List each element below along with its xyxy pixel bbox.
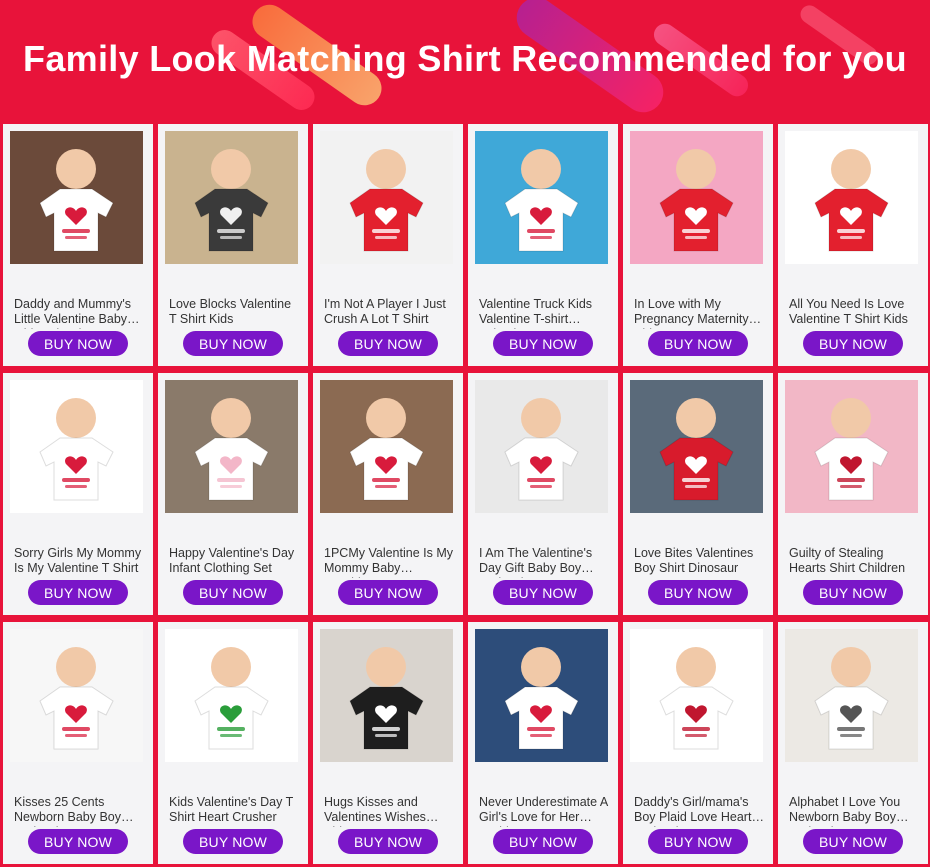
buy-now-button[interactable]: BUY NOW [803, 829, 903, 854]
product-image[interactable] [320, 131, 453, 264]
buy-now-button[interactable]: BUY NOW [648, 829, 748, 854]
product-image[interactable] [475, 131, 608, 264]
product-image[interactable] [10, 131, 143, 264]
product-image[interactable] [10, 380, 143, 513]
buy-now-button[interactable]: BUY NOW [338, 829, 438, 854]
buy-now-button[interactable]: BUY NOW [338, 580, 438, 605]
product-image[interactable] [475, 380, 608, 513]
product-card[interactable]: Kisses 25 Cents Newborn Baby Boy Bodysui… [3, 622, 153, 864]
product-card[interactable]: Never Underestimate A Girl's Love for He… [468, 622, 618, 864]
product-title[interactable]: Happy Valentine's Day Infant Clothing Se… [169, 546, 299, 578]
buy-now-button[interactable]: BUY NOW [648, 580, 748, 605]
product-title[interactable]: Never Underestimate A Girl's Love for He… [479, 795, 609, 827]
product-card[interactable]: Guilty of Stealing Hearts Shirt Children… [778, 373, 928, 615]
product-title[interactable]: Love Bites Valentines Boy Shirt Dinosaur [634, 546, 764, 578]
product-card[interactable]: In Love with My Pregnancy Maternity Shir… [623, 124, 773, 366]
product-image[interactable] [630, 629, 763, 762]
product-card[interactable]: Love Bites Valentines Boy Shirt Dinosaur… [623, 373, 773, 615]
product-card[interactable]: Kids Valentine's Day T Shirt Heart Crush… [158, 622, 308, 864]
product-title[interactable]: Daddy and Mummy's Little Valentine Baby … [14, 297, 144, 329]
product-title[interactable]: Kisses 25 Cents Newborn Baby Boy Bodysui… [14, 795, 144, 827]
product-image[interactable] [785, 380, 918, 513]
product-card[interactable]: Love Blocks Valentine T Shirt Kids BUY NO… [158, 124, 308, 366]
banner-title: Family Look Matching Shirt Recommended f… [23, 38, 907, 79]
buy-now-button[interactable]: BUY NOW [28, 580, 128, 605]
product-card[interactable]: Valentine Truck Kids Valentine T-shirt V… [468, 124, 618, 366]
buy-now-button[interactable]: BUY NOW [493, 580, 593, 605]
product-image[interactable] [165, 629, 298, 762]
product-image[interactable] [320, 380, 453, 513]
product-card[interactable]: Hugs Kisses and Valentines Wishes ShirtB… [313, 622, 463, 864]
product-card[interactable]: Happy Valentine's Day Infant Clothing Se… [158, 373, 308, 615]
buy-now-button[interactable]: BUY NOW [493, 331, 593, 356]
buy-now-button[interactable]: BUY NOW [183, 331, 283, 356]
buy-now-button[interactable]: BUY NOW [183, 580, 283, 605]
promo-banner: Family Look Matching Shirt Recommended f… [0, 0, 930, 122]
product-image[interactable] [10, 629, 143, 762]
product-card[interactable]: Sorry Girls My Mommy Is My Valentine T S… [3, 373, 153, 615]
product-image[interactable] [165, 380, 298, 513]
product-image[interactable] [785, 629, 918, 762]
product-title[interactable]: Guilty of Stealing Hearts Shirt Children [789, 546, 919, 578]
product-title[interactable]: Hugs Kisses and Valentines Wishes Shirt [324, 795, 454, 827]
buy-now-button[interactable]: BUY NOW [28, 829, 128, 854]
product-image[interactable] [165, 131, 298, 264]
product-card[interactable]: 1PCMy Valentine Is My Mommy Baby Matchin… [313, 373, 463, 615]
product-title[interactable]: Valentine Truck Kids Valentine T-shirt V… [479, 297, 609, 329]
product-image[interactable] [320, 629, 453, 762]
buy-now-button[interactable]: BUY NOW [493, 829, 593, 854]
product-title[interactable]: Kids Valentine's Day T Shirt Heart Crush… [169, 795, 299, 827]
product-title[interactable]: In Love with My Pregnancy Maternity Shir… [634, 297, 764, 329]
product-title[interactable]: 1PCMy Valentine Is My Mommy Baby Matchin… [324, 546, 454, 578]
product-card[interactable]: I Am The Valentine's Day Gift Baby Boy B… [468, 373, 618, 615]
product-grid: Daddy and Mummy's Little Valentine Baby … [3, 124, 928, 864]
buy-now-button[interactable]: BUY NOW [28, 331, 128, 356]
product-card[interactable]: I'm Not A Player I Just Crush A Lot T Sh… [313, 124, 463, 366]
buy-now-button[interactable]: BUY NOW [803, 580, 903, 605]
product-title[interactable]: Daddy's Girl/mama's Boy Plaid Love Heart… [634, 795, 764, 827]
product-title[interactable]: All You Need Is Love Valentine T Shirt K… [789, 297, 919, 329]
product-title[interactable]: I'm Not A Player I Just Crush A Lot T Sh… [324, 297, 454, 329]
product-card[interactable]: Daddy and Mummy's Little Valentine Baby … [3, 124, 153, 366]
buy-now-button[interactable]: BUY NOW [648, 331, 748, 356]
product-card[interactable]: Alphabet I Love You Newborn Baby Boy Bod… [778, 622, 928, 864]
buy-now-button[interactable]: BUY NOW [803, 331, 903, 356]
buy-now-button[interactable]: BUY NOW [338, 331, 438, 356]
product-title[interactable]: Alphabet I Love You Newborn Baby Boy Bod… [789, 795, 919, 827]
product-card[interactable]: All You Need Is Love Valentine T Shirt K… [778, 124, 928, 366]
product-image[interactable] [630, 131, 763, 264]
product-image[interactable] [630, 380, 763, 513]
product-image[interactable] [785, 131, 918, 264]
product-title[interactable]: Sorry Girls My Mommy Is My Valentine T S… [14, 546, 144, 578]
product-title[interactable]: Love Blocks Valentine T Shirt Kids [169, 297, 299, 329]
product-title[interactable]: I Am The Valentine's Day Gift Baby Boy B… [479, 546, 609, 578]
product-card[interactable]: Daddy's Girl/mama's Boy Plaid Love Heart… [623, 622, 773, 864]
product-image[interactable] [475, 629, 608, 762]
buy-now-button[interactable]: BUY NOW [183, 829, 283, 854]
